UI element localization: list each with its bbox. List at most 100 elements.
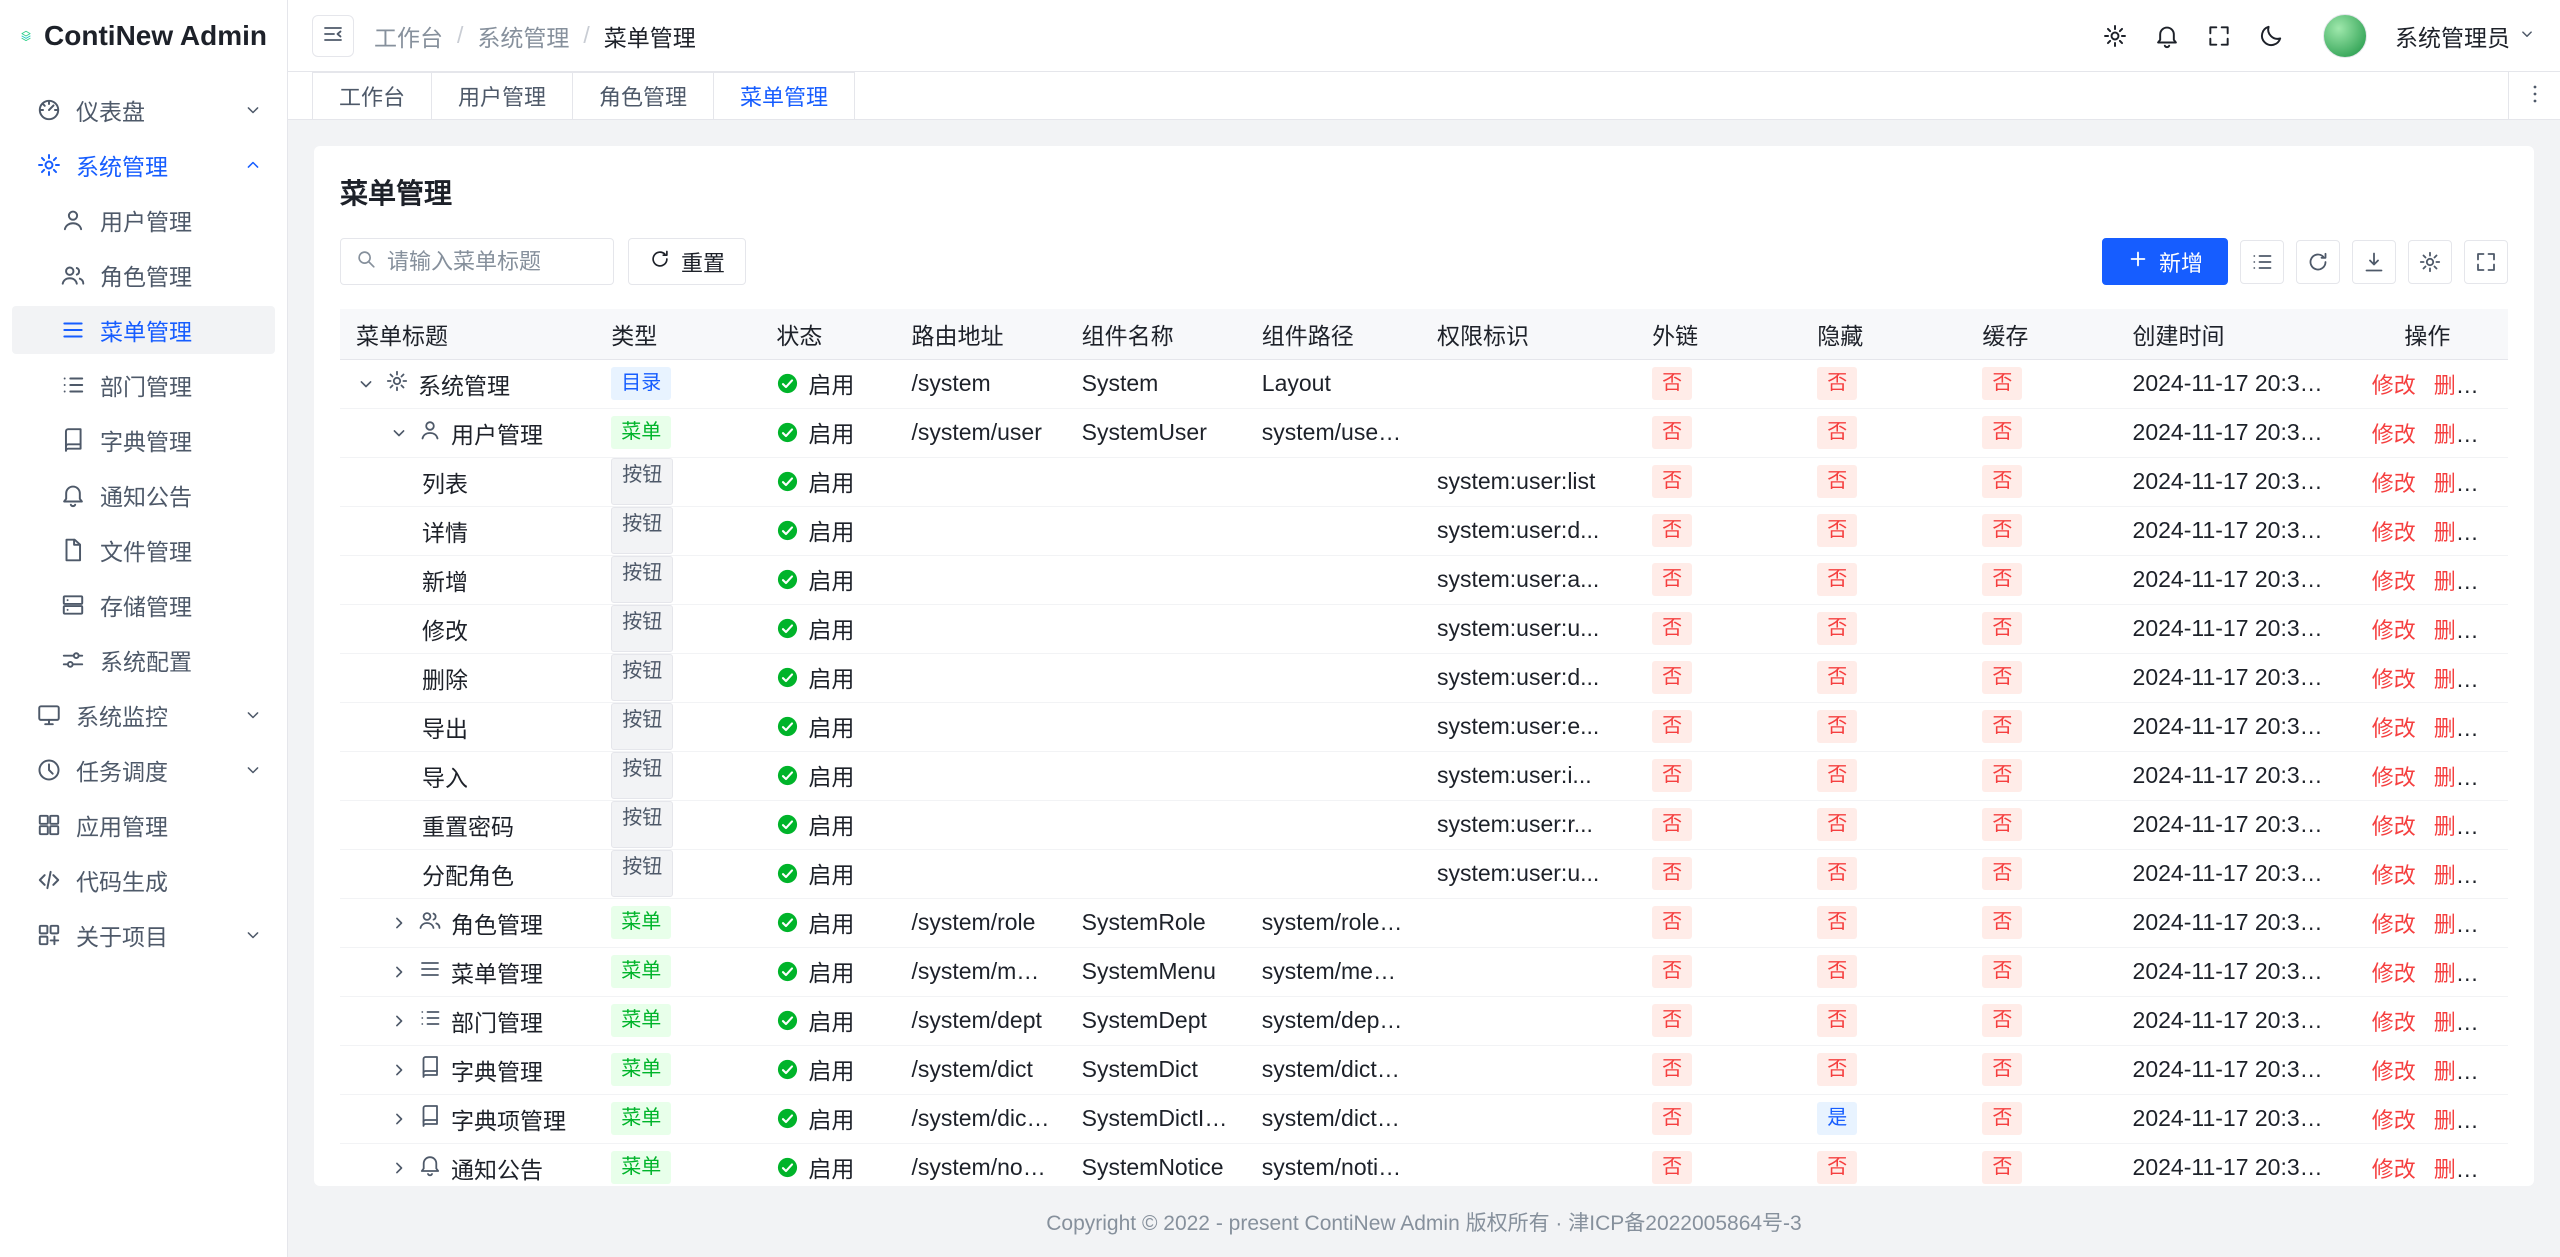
modify-link[interactable]: 修改: [2372, 422, 2416, 447]
chevron-right-icon[interactable]: [389, 1158, 409, 1178]
delete-link[interactable]: 删除: [2434, 716, 2478, 741]
moon-button[interactable]: [2249, 14, 2293, 58]
add-link[interactable]: 新增: [2496, 1157, 2508, 1182]
column-header[interactable]: 操作: [2347, 309, 2508, 359]
tab-menu[interactable]: 菜单管理: [713, 72, 855, 119]
delete-link[interactable]: 删除: [2434, 618, 2478, 643]
add-link[interactable]: 新增: [2496, 961, 2508, 986]
chevron-right-icon[interactable]: [389, 913, 409, 933]
sidebar-item-codegen[interactable]: 代码生成: [12, 856, 275, 904]
delete-link[interactable]: 删除: [2434, 520, 2478, 545]
sidebar-item-dict[interactable]: 字典管理: [12, 416, 275, 464]
delete-link[interactable]: 删除: [2434, 569, 2478, 594]
chevron-right-icon[interactable]: [389, 1011, 409, 1031]
delete-link[interactable]: 删除: [2434, 667, 2478, 692]
tab-more-button[interactable]: [2508, 72, 2560, 119]
column-header[interactable]: 菜单标题: [340, 309, 595, 359]
add-link[interactable]: 新增: [2496, 422, 2508, 447]
app-logo[interactable]: ContiNew Admin: [0, 0, 287, 72]
modify-link[interactable]: 修改: [2372, 961, 2416, 986]
list-button[interactable]: [2240, 240, 2284, 284]
add-link[interactable]: 新增: [2496, 912, 2508, 937]
sidebar-item-about[interactable]: 关于项目: [12, 911, 275, 959]
delete-link[interactable]: 删除: [2434, 471, 2478, 496]
delete-link[interactable]: 删除: [2434, 422, 2478, 447]
delete-link[interactable]: 删除: [2434, 1108, 2478, 1133]
gear-button[interactable]: [2093, 14, 2137, 58]
modify-link[interactable]: 修改: [2372, 765, 2416, 790]
gear-button[interactable]: [2408, 240, 2452, 284]
add-link[interactable]: 新增: [2496, 667, 2508, 692]
fullscreen-button[interactable]: [2464, 240, 2508, 284]
chevron-right-icon[interactable]: [389, 1060, 409, 1080]
modify-link[interactable]: 修改: [2372, 716, 2416, 741]
refresh-button[interactable]: [2296, 240, 2340, 284]
column-header[interactable]: 缓存: [1966, 309, 2116, 359]
sidebar-item-role[interactable]: 角色管理: [12, 251, 275, 299]
sidebar-item-appmgr[interactable]: 应用管理: [12, 801, 275, 849]
modify-link[interactable]: 修改: [2372, 1010, 2416, 1035]
add-button[interactable]: 新增: [2102, 238, 2228, 285]
sidebar-item-dashboard[interactable]: 仪表盘: [12, 86, 275, 134]
add-link[interactable]: 新增: [2496, 716, 2508, 741]
sidebar-item-system[interactable]: 系统管理: [12, 141, 275, 189]
modify-link[interactable]: 修改: [2372, 569, 2416, 594]
column-header[interactable]: 类型: [595, 309, 760, 359]
modify-link[interactable]: 修改: [2372, 618, 2416, 643]
search-input[interactable]: [387, 249, 599, 275]
sidebar-item-file[interactable]: 文件管理: [12, 526, 275, 574]
reset-button[interactable]: 重置: [628, 238, 746, 285]
delete-link[interactable]: 删除: [2434, 863, 2478, 888]
add-link[interactable]: 新增: [2496, 471, 2508, 496]
sidebar-item-schedule[interactable]: 任务调度: [12, 746, 275, 794]
sidebar-item-storage[interactable]: 存储管理: [12, 581, 275, 629]
sidebar-item-monitor[interactable]: 系统监控: [12, 691, 275, 739]
column-header[interactable]: 权限标识: [1421, 309, 1636, 359]
add-link[interactable]: 新增: [2496, 520, 2508, 545]
sidebar-item-notice[interactable]: 通知公告: [12, 471, 275, 519]
delete-link[interactable]: 删除: [2434, 373, 2478, 398]
add-link[interactable]: 新增: [2496, 373, 2508, 398]
sidebar-item-menu[interactable]: 菜单管理: [12, 306, 275, 354]
chevron-right-icon[interactable]: [389, 1109, 409, 1129]
modify-link[interactable]: 修改: [2372, 1157, 2416, 1182]
modify-link[interactable]: 修改: [2372, 1059, 2416, 1084]
breadcrumb-item[interactable]: 工作台: [374, 19, 443, 53]
column-header[interactable]: 组件名称: [1066, 309, 1246, 359]
delete-link[interactable]: 删除: [2434, 961, 2478, 986]
delete-link[interactable]: 删除: [2434, 1157, 2478, 1182]
add-link[interactable]: 新增: [2496, 765, 2508, 790]
delete-link[interactable]: 删除: [2434, 1010, 2478, 1035]
chevron-right-icon[interactable]: [389, 962, 409, 982]
export-button[interactable]: [2352, 240, 2396, 284]
add-link[interactable]: 新增: [2496, 569, 2508, 594]
column-header[interactable]: 组件路径: [1246, 309, 1421, 359]
sidebar-item-config[interactable]: 系统配置: [12, 636, 275, 684]
delete-link[interactable]: 删除: [2434, 814, 2478, 839]
tab-workbench[interactable]: 工作台: [312, 72, 432, 119]
column-header[interactable]: 状态: [760, 309, 895, 359]
sidebar-collapse-button[interactable]: [312, 15, 354, 57]
breadcrumb-item[interactable]: 菜单管理: [604, 19, 696, 53]
tab-user[interactable]: 用户管理: [431, 72, 573, 119]
modify-link[interactable]: 修改: [2372, 471, 2416, 496]
sidebar-item-user[interactable]: 用户管理: [12, 196, 275, 244]
modify-link[interactable]: 修改: [2372, 814, 2416, 839]
column-header[interactable]: 创建时间: [2117, 309, 2347, 359]
avatar[interactable]: [2323, 14, 2367, 58]
fullscreen-button[interactable]: [2197, 14, 2241, 58]
modify-link[interactable]: 修改: [2372, 667, 2416, 692]
modify-link[interactable]: 修改: [2372, 912, 2416, 937]
modify-link[interactable]: 修改: [2372, 373, 2416, 398]
sidebar-item-dept[interactable]: 部门管理: [12, 361, 275, 409]
delete-link[interactable]: 删除: [2434, 912, 2478, 937]
chevron-down-icon[interactable]: [356, 374, 376, 394]
column-header[interactable]: 路由地址: [895, 309, 1065, 359]
delete-link[interactable]: 删除: [2434, 1059, 2478, 1084]
add-link[interactable]: 新增: [2496, 1010, 2508, 1035]
breadcrumb-item[interactable]: 系统管理: [477, 19, 569, 53]
modify-link[interactable]: 修改: [2372, 1108, 2416, 1133]
add-link[interactable]: 新增: [2496, 814, 2508, 839]
bell-button[interactable]: [2145, 14, 2189, 58]
tab-role[interactable]: 角色管理: [572, 72, 714, 119]
